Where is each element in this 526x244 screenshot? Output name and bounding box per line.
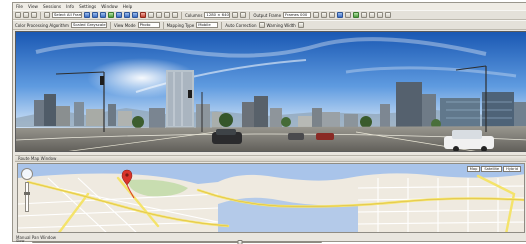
fit-icon[interactable] bbox=[164, 12, 170, 18]
pan-control-icon[interactable] bbox=[21, 168, 33, 180]
play-icon[interactable] bbox=[108, 12, 114, 18]
panorama-image bbox=[16, 32, 526, 151]
fast-forward-icon[interactable] bbox=[116, 12, 122, 18]
map-type-satellite-button[interactable]: Satellite bbox=[481, 166, 503, 172]
save-icon[interactable] bbox=[23, 12, 29, 18]
mapping-type-label: Mapping Type bbox=[166, 22, 195, 28]
toolbar-separator bbox=[40, 11, 41, 19]
route-map[interactable]: Map Satellite Hybrid bbox=[17, 163, 525, 233]
toolbar-separator bbox=[109, 21, 111, 29]
view-mode-label: View Mode bbox=[113, 22, 136, 28]
toolbar-separator bbox=[221, 21, 223, 29]
map-type-hybrid-button[interactable]: Hybrid bbox=[503, 166, 521, 172]
speed-slider-knob[interactable] bbox=[237, 240, 243, 244]
zoom-slider-knob[interactable] bbox=[24, 192, 30, 195]
output-frame-field[interactable]: Frames 000 bbox=[283, 12, 312, 18]
copy-icon[interactable] bbox=[329, 12, 336, 18]
select-frames-icon[interactable] bbox=[44, 12, 50, 18]
toolbar-separator bbox=[162, 21, 164, 29]
processing-label: Color Processing Algorithm bbox=[15, 22, 69, 28]
menu-sessions[interactable]: Sessions bbox=[43, 4, 61, 9]
settings-icon[interactable] bbox=[232, 12, 239, 18]
main-toolbar: Select All Frames Columns 1280 × 640 Out… bbox=[13, 10, 526, 20]
menu-window[interactable]: Window bbox=[101, 4, 118, 9]
export-icon[interactable] bbox=[313, 12, 320, 18]
refresh-icon[interactable] bbox=[337, 12, 344, 18]
list-icon[interactable] bbox=[369, 12, 376, 18]
processing-select[interactable]: Scaled Greyscale bbox=[70, 22, 107, 28]
info-icon[interactable] bbox=[377, 12, 384, 18]
view-mode-select[interactable]: Photo bbox=[137, 22, 160, 28]
print-icon[interactable] bbox=[31, 12, 37, 18]
columns-label: Columns bbox=[185, 12, 203, 18]
open-icon[interactable] bbox=[15, 12, 21, 18]
menu-help[interactable]: Help bbox=[123, 4, 133, 9]
menu-view[interactable]: View bbox=[28, 4, 38, 9]
zoom-out-icon[interactable] bbox=[156, 12, 162, 18]
zoom-in-icon[interactable] bbox=[148, 12, 154, 18]
speed-slider-track[interactable] bbox=[32, 240, 322, 244]
step-forward-icon[interactable] bbox=[124, 12, 130, 18]
panorama-view[interactable] bbox=[15, 31, 526, 152]
map-panel-title: Route Map Window bbox=[15, 155, 526, 162]
zoom-slider-icon[interactable] bbox=[24, 182, 30, 212]
warning-checkbox[interactable] bbox=[297, 22, 304, 28]
chart-icon[interactable] bbox=[361, 12, 368, 18]
first-frame-icon[interactable] bbox=[84, 12, 90, 18]
layers-icon[interactable] bbox=[345, 12, 352, 18]
menu-settings[interactable]: Settings bbox=[79, 4, 96, 9]
map-type-buttons: Map Satellite Hybrid bbox=[466, 166, 521, 172]
auto-correction-label: Auto Correction bbox=[225, 22, 257, 28]
select-all-frames-field[interactable]: Select All Frames bbox=[52, 12, 82, 18]
application-window: File View Sessions Info Settings Window … bbox=[12, 2, 526, 244]
last-frame-icon[interactable] bbox=[132, 12, 138, 18]
toolbar-separator bbox=[249, 11, 251, 19]
rewind-icon[interactable] bbox=[100, 12, 106, 18]
map-canvas bbox=[18, 164, 524, 232]
auto-correction-checkbox[interactable] bbox=[258, 22, 265, 28]
grid-icon[interactable] bbox=[172, 12, 178, 18]
map-type-map-button[interactable]: Map bbox=[466, 166, 481, 172]
step-back-icon[interactable] bbox=[92, 12, 98, 18]
camera-icon[interactable] bbox=[240, 12, 247, 18]
mapping-type-select[interactable]: Mobile bbox=[196, 22, 219, 28]
help-icon[interactable] bbox=[385, 12, 392, 18]
folder-icon[interactable] bbox=[321, 12, 328, 18]
speed-control: Slow bbox=[16, 239, 336, 244]
warning-label: Warning Width bbox=[266, 22, 296, 28]
speed-label: Slow bbox=[16, 239, 25, 243]
menu-bar: File View Sessions Info Settings Window … bbox=[13, 3, 526, 10]
map-panel-title-text: Route Map Window bbox=[18, 156, 57, 161]
columns-field[interactable]: 1280 × 640 bbox=[204, 12, 231, 18]
toolbar-separator bbox=[181, 11, 182, 19]
menu-file[interactable]: File bbox=[16, 4, 23, 9]
output-frame-label: Output Frame bbox=[253, 12, 282, 18]
menu-info[interactable]: Info bbox=[66, 4, 74, 9]
map-icon[interactable] bbox=[353, 12, 360, 18]
options-toolbar: Color Processing Algorithm Scaled Greysc… bbox=[13, 20, 526, 30]
stop-icon[interactable] bbox=[140, 12, 146, 18]
